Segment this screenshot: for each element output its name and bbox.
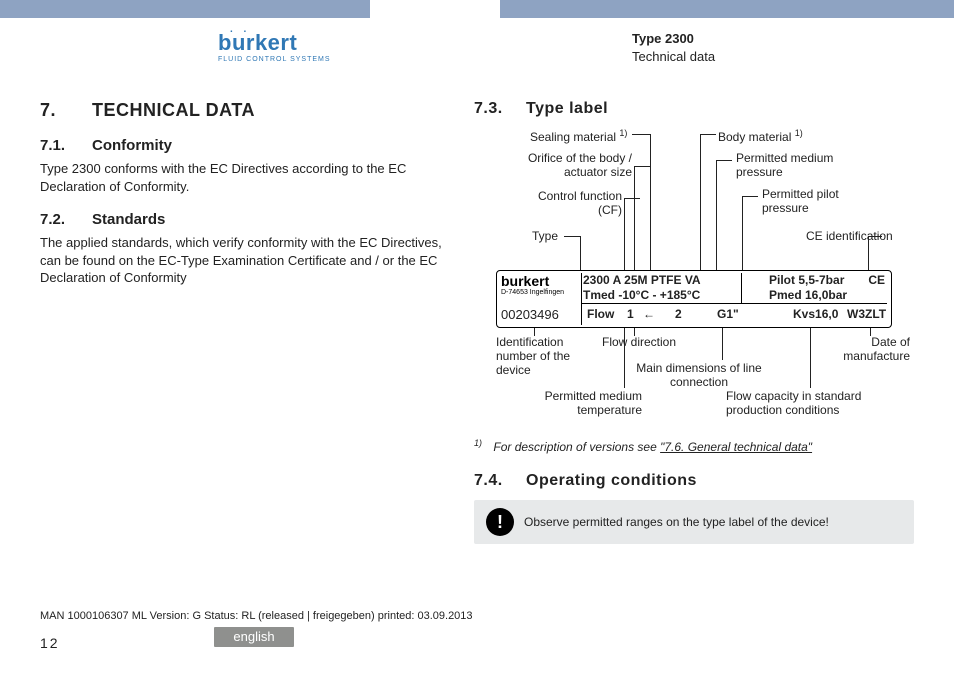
leader (634, 328, 635, 336)
header-type: Type 2300 (632, 30, 715, 48)
heading-7-2-text: Standards (92, 211, 165, 228)
label-flow-direction: Flow direction (602, 336, 676, 350)
notice-box: ! Observe permitted ranges on the type l… (474, 500, 914, 544)
body-7-1: Type 2300 conforms with the EC Directive… (40, 160, 444, 195)
label-pmt: Permitted medium temperature (522, 390, 642, 418)
np-w3zlt: W3ZLT (847, 307, 886, 321)
heading-7-4-num: 7.4. (474, 472, 526, 490)
leader (634, 166, 635, 272)
heading-7-1-num: 7.1. (40, 137, 92, 154)
heading-7-2: 7.2.Standards (40, 211, 444, 228)
heading-7-3-text: Type label (526, 100, 608, 117)
left-column: 7.TECHNICAL DATA 7.1.Conformity Type 230… (40, 100, 444, 617)
language-badge: english (214, 627, 294, 647)
np-g1: G1" (717, 307, 739, 321)
label-orifice: Orifice of the body / actuator size (502, 152, 632, 180)
label-type: Type (532, 230, 558, 244)
label-pmed-pressure: Permitted medium pressure (736, 152, 866, 180)
leader (868, 236, 882, 237)
accent-bar-left (0, 0, 370, 18)
accent-bar-right (500, 0, 954, 18)
np-logo-block: burkert D-74653 Ingelfingen (501, 273, 579, 296)
footnote-text: For description of versions see (493, 440, 660, 454)
heading-7-3: 7.3.Type label (474, 100, 914, 118)
footer-bar: english (0, 627, 954, 653)
logo-umlaut: . . (230, 24, 250, 35)
exclamation-icon: ! (486, 508, 514, 536)
logo-subtitle: FLUID CONTROL SYSTEMS (218, 56, 331, 63)
label-pilot-pressure: Permitted pilot pressure (762, 188, 872, 216)
leader (810, 328, 811, 388)
nameplate: burkert D-74653 Ingelfingen 00203496 230… (496, 270, 892, 328)
logo-text: . . burkert (218, 30, 331, 56)
np-mid: 2300 A 25M PTFE VA Tmed -10°C - +185°C (583, 273, 701, 303)
np-ce: CE (868, 273, 885, 287)
heading-7-3-num: 7.3. (474, 100, 526, 118)
leader (722, 328, 723, 360)
heading-7-1: 7.1.Conformity (40, 137, 444, 154)
np-flow-label: Flow (587, 307, 614, 321)
footnote-link[interactable]: "7.6. General technical data" (660, 440, 812, 454)
header-section: Technical data (632, 48, 715, 66)
footnote: 1) For description of versions see "7.6.… (474, 438, 914, 454)
top-accent-bars (0, 0, 954, 18)
np-pmed: Pmed 16,0bar (769, 288, 847, 303)
np-kvs: Kvs16,0 (793, 307, 838, 321)
np-pilot: Pilot 5,5-7bar (769, 273, 847, 288)
leader (624, 198, 625, 272)
heading-7-4-text: Operating conditions (526, 472, 697, 489)
label-date-manufacture: Date of manufacture (834, 336, 910, 364)
np-two: 2 (675, 307, 682, 321)
arrow-left-icon: ← (643, 307, 655, 321)
np-one: 1 (627, 307, 634, 321)
leader (580, 236, 581, 272)
heading-7-2-num: 7.2. (40, 211, 92, 228)
notice-text: Observe permitted ranges on the type lab… (524, 514, 829, 530)
label-control-function: Control function (CF) (514, 190, 622, 218)
label-id-number: Identification number of the device (496, 336, 596, 377)
header-right: Type 2300 Technical data (632, 30, 715, 66)
type-label-diagram: Sealing material 1) Body material 1) Ori… (474, 128, 914, 428)
np-pilot-block: Pilot 5,5-7bar Pmed 16,0bar (769, 273, 847, 303)
leader (700, 134, 701, 272)
heading-7-4: 7.4.Operating conditions (474, 472, 914, 490)
np-logo-sub: D-74653 Ingelfingen (501, 289, 579, 296)
label-sealing: Sealing material 1) (530, 128, 627, 145)
leader (650, 134, 651, 272)
leader (870, 328, 871, 336)
leader (624, 328, 625, 388)
leader (564, 236, 580, 237)
leader (742, 196, 743, 272)
body-7-2: The applied standards, which verify conf… (40, 234, 444, 287)
leader (716, 160, 732, 161)
label-bodymat: Body material 1) (718, 128, 803, 145)
heading-7-text: TECHNICAL DATA (92, 100, 255, 120)
leader (624, 198, 640, 199)
heading-7-num: 7. (40, 100, 92, 121)
np-line2: Tmed -10°C - +185°C (583, 288, 701, 303)
np-divider-v1 (581, 273, 582, 325)
np-line1: 2300 A 25M PTFE VA (583, 273, 701, 288)
leader (742, 196, 758, 197)
leader (634, 166, 650, 167)
leader (700, 134, 716, 135)
leader (534, 328, 535, 336)
brand-logo: . . burkert FLUID CONTROL SYSTEMS (218, 30, 331, 63)
label-main-dimensions: Main dimensions of line connection (634, 362, 764, 390)
footnote-marker: 1) (474, 438, 482, 448)
np-logo: burkert (501, 273, 579, 289)
right-column: 7.3.Type label Sealing material 1) Body … (474, 100, 914, 617)
np-divider-h (582, 303, 887, 304)
label-flow-capacity: Flow capacity in standard production con… (726, 390, 896, 418)
footer-meta: MAN 1000106307 ML Version: G Status: RL … (40, 610, 914, 625)
np-id: 00203496 (501, 307, 559, 322)
np-divider-v2 (741, 273, 742, 303)
leader (632, 134, 650, 135)
heading-7: 7.TECHNICAL DATA (40, 100, 444, 121)
leader (716, 160, 717, 288)
leader (868, 236, 869, 272)
heading-7-1-text: Conformity (92, 137, 172, 154)
